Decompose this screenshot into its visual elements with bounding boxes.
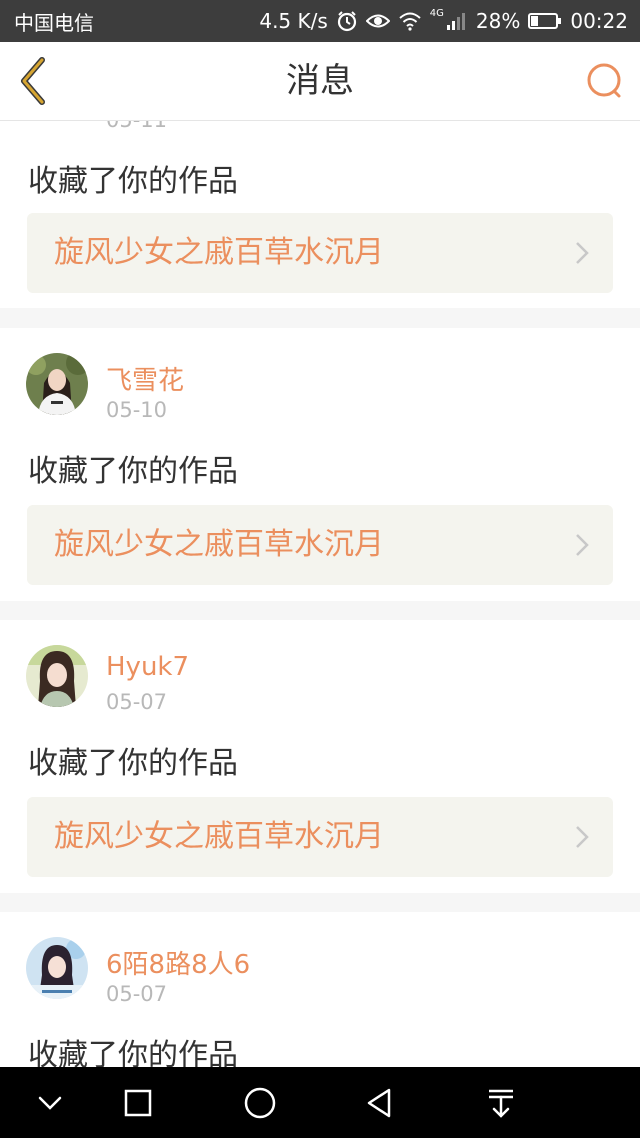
message-date: 05-07 — [106, 982, 168, 1006]
message-date: 05-11 — [106, 120, 168, 132]
message-date: 05-10 — [106, 398, 168, 422]
wifi-icon — [399, 12, 421, 31]
user-name[interactable]: 飞雪花 — [106, 360, 184, 397]
avatar[interactable] — [26, 353, 88, 415]
alarm-icon — [337, 11, 356, 32]
list-item: 飞雪花 05-10 收藏了你的作品 旋风少女之戚百草水沉月 — [0, 328, 640, 601]
battery-icon — [528, 13, 562, 29]
eye-icon — [365, 14, 390, 28]
search-icon[interactable] — [584, 60, 626, 102]
avatar[interactable] — [26, 645, 88, 707]
action-text: 收藏了你的作品 — [28, 746, 238, 781]
signal-icon — [446, 13, 465, 30]
collapse-icon[interactable] — [30, 1083, 70, 1123]
avatar-image — [26, 645, 88, 707]
app-header: 消息 — [0, 42, 640, 121]
action-text: 收藏了你的作品 — [28, 164, 238, 199]
avatar-image — [26, 937, 88, 999]
work-title: 旋风少女之戚百草水沉月 — [54, 235, 384, 270]
user-name[interactable]: 6陌8路8人6 — [106, 944, 250, 981]
message-list[interactable]: 05-11 收藏了你的作品 旋风少女之戚百草水沉月 飞雪花 05-10 收藏了你… — [0, 120, 640, 1067]
back-icon[interactable] — [360, 1083, 400, 1123]
list-item: 05-11 收藏了你的作品 旋风少女之戚百草水沉月 — [0, 120, 640, 308]
clock: 00:22 — [570, 9, 628, 33]
notification-pull-icon[interactable] — [481, 1083, 521, 1123]
system-nav-bar — [0, 1067, 640, 1138]
home-icon[interactable] — [240, 1083, 280, 1123]
recents-icon[interactable] — [118, 1083, 158, 1123]
network-type-label: 4G — [429, 7, 444, 19]
chevron-right-icon — [576, 826, 589, 848]
action-text: 收藏了你的作品 — [28, 1038, 238, 1067]
work-title: 旋风少女之戚百草水沉月 — [54, 527, 384, 562]
user-name[interactable]: Hyuk7 — [106, 652, 189, 682]
list-item: Hyuk7 05-07 收藏了你的作品 旋风少女之戚百草水沉月 — [0, 620, 640, 893]
avatar[interactable] — [26, 937, 88, 999]
status-bar: 中国电信 4.5 K/s 4G 28% 00:22 — [0, 0, 640, 42]
battery-percent: 28% — [475, 9, 521, 33]
work-title: 旋风少女之戚百草水沉月 — [54, 819, 384, 854]
list-item: 6陌8路8人6 05-07 收藏了你的作品 — [0, 912, 640, 1067]
status-icons: 4.5 K/s 4G 28% 00:22 — [259, 7, 628, 34]
message-date: 05-07 — [106, 690, 168, 714]
page-title: 消息 — [286, 61, 354, 101]
chevron-right-icon — [576, 534, 589, 556]
chevron-right-icon — [576, 242, 589, 264]
avatar-image — [26, 353, 88, 415]
work-link[interactable]: 旋风少女之戚百草水沉月 — [27, 213, 613, 293]
action-text: 收藏了你的作品 — [28, 454, 238, 489]
carrier-label: 中国电信 — [14, 10, 94, 35]
network-speed: 4.5 K/s — [259, 9, 328, 33]
work-link[interactable]: 旋风少女之戚百草水沉月 — [27, 505, 613, 585]
work-link[interactable]: 旋风少女之戚百草水沉月 — [27, 797, 613, 877]
